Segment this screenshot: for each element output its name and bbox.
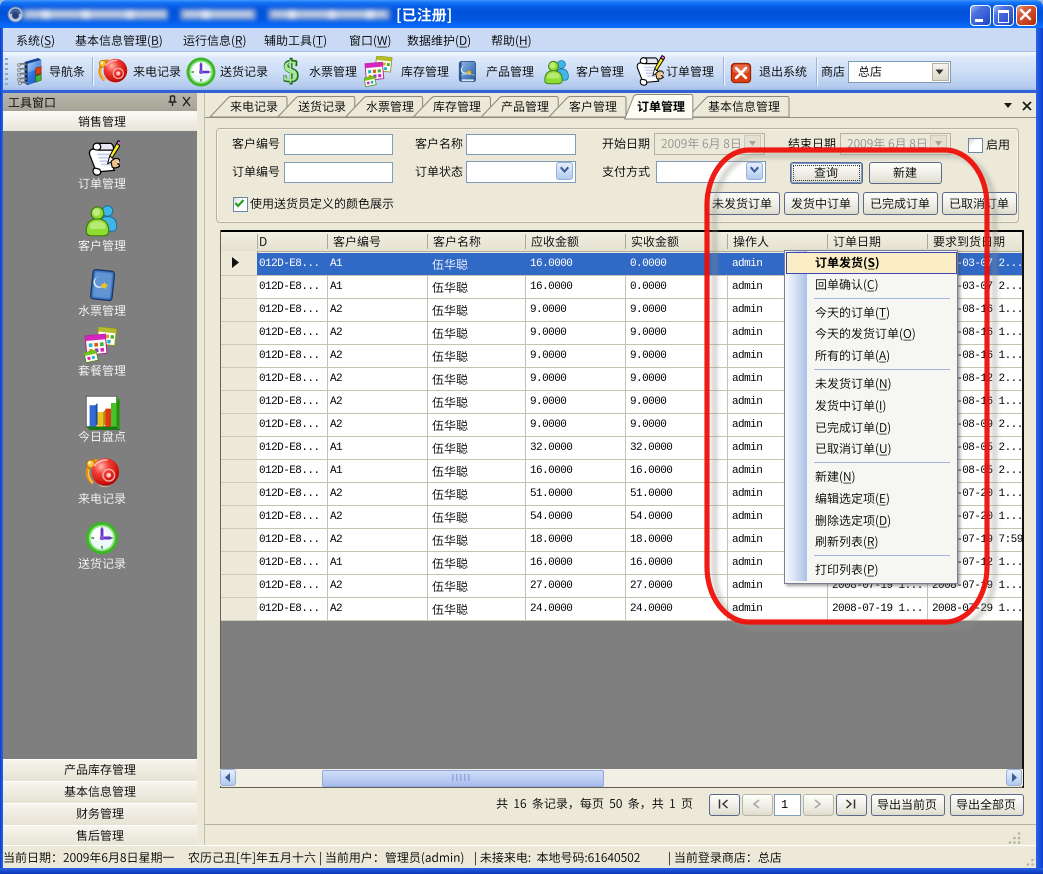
- svg-text:$: $: [283, 56, 297, 87]
